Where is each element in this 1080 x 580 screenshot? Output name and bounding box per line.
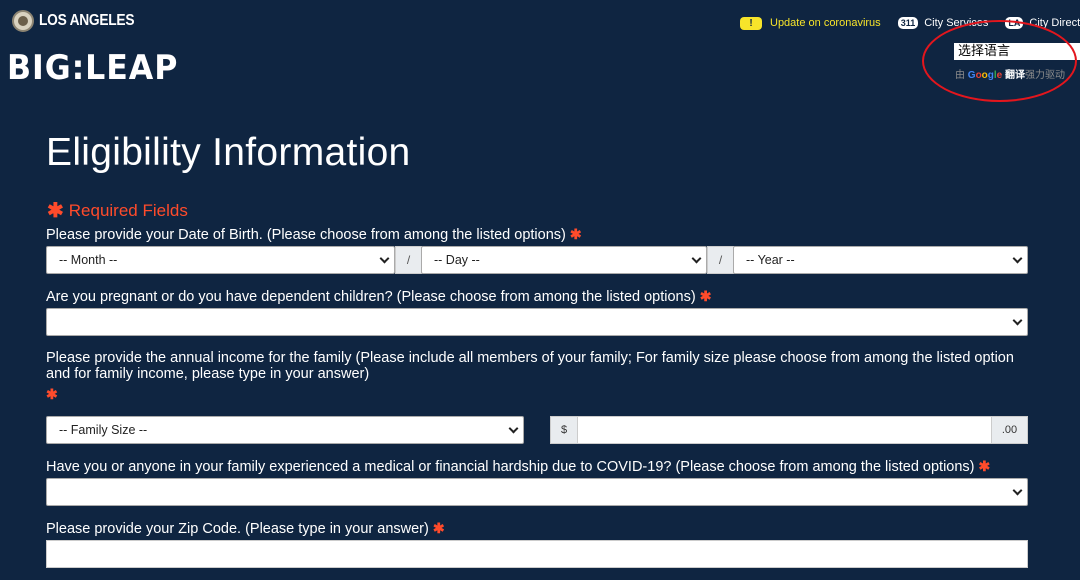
zip-question: Please provide your Zip Code. (Please ty… xyxy=(46,520,1036,537)
family-income-input[interactable] xyxy=(577,416,992,444)
big-leap-logo[interactable]: BIG:LEAP xyxy=(7,48,178,88)
month-select[interactable]: -- Month -- xyxy=(46,246,395,274)
chevron-down-icon xyxy=(1012,253,1023,263)
required-asterisk-icon: ✱ xyxy=(47,200,64,222)
income-required-marker: ✱ xyxy=(46,386,1036,403)
zip-code-input[interactable] xyxy=(46,540,1028,568)
hardship-question: Have you or anyone in your family experi… xyxy=(46,458,1036,475)
chevron-down-icon xyxy=(508,423,519,433)
month-select-value: -- Month -- xyxy=(59,253,118,267)
zip-question-label: Please provide your Zip Code. (Please ty… xyxy=(46,521,429,537)
year-select[interactable]: -- Year -- xyxy=(733,246,1028,274)
dob-question: Please provide your Date of Birth. (Plea… xyxy=(46,226,1036,243)
currency-suffix: .00 xyxy=(991,416,1028,444)
hardship-question-label: Have you or anyone in your family experi… xyxy=(46,459,975,475)
year-select-value: -- Year -- xyxy=(746,253,795,267)
chevron-down-icon xyxy=(1012,315,1023,325)
required-asterisk-icon: ✱ xyxy=(569,226,582,242)
required-fields-note: ✱ Required Fields xyxy=(47,198,188,223)
required-asterisk-icon: ✱ xyxy=(432,520,445,536)
income-question: Please provide the annual income for the… xyxy=(46,350,1036,382)
date-separator: / xyxy=(707,246,734,274)
required-asterisk-icon: ✱ xyxy=(699,288,712,304)
day-select-value: -- Day -- xyxy=(434,253,480,267)
income-question-label: Please provide the annual income for the… xyxy=(46,350,1014,382)
required-asterisk-icon: ✱ xyxy=(46,386,58,402)
required-fields-label: Required Fields xyxy=(68,200,188,220)
pregnant-question-label: Are you pregnant or do you have dependen… xyxy=(46,289,696,305)
dob-question-label: Please provide your Date of Birth. (Plea… xyxy=(46,227,566,243)
date-separator: / xyxy=(395,246,422,274)
city-name-link[interactable]: LOS ANGELES xyxy=(39,12,135,30)
chevron-down-icon xyxy=(1012,485,1023,495)
chevron-down-icon xyxy=(379,253,390,263)
alert-icon: ! xyxy=(740,16,762,30)
currency-prefix: $ xyxy=(550,416,578,444)
pregnant-question: Are you pregnant or do you have dependen… xyxy=(46,288,1036,305)
services-311-icon: 311 xyxy=(897,17,919,29)
city-seal-logo[interactable] xyxy=(12,10,34,32)
chevron-down-icon xyxy=(691,253,702,263)
day-select[interactable]: -- Day -- xyxy=(421,246,707,274)
page-title: Eligibility Information xyxy=(46,131,411,174)
family-size-select[interactable]: -- Family Size -- xyxy=(46,416,524,444)
coronavirus-update-link[interactable]: Update on coronavirus xyxy=(770,17,881,29)
annotation-circle xyxy=(922,20,1077,102)
pregnant-select[interactable] xyxy=(46,308,1028,336)
family-size-select-value: -- Family Size -- xyxy=(59,423,148,437)
required-asterisk-icon: ✱ xyxy=(978,458,991,474)
hardship-select[interactable] xyxy=(46,478,1028,506)
